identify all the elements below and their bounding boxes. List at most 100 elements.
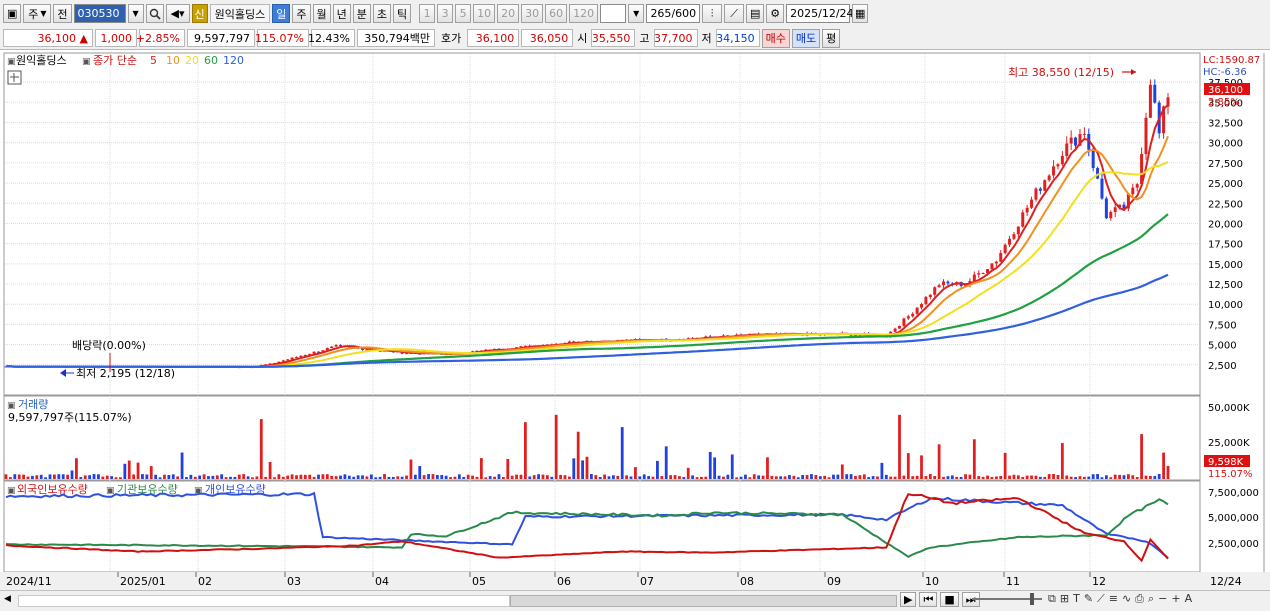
period-tab-3[interactable]: 년 [332,4,351,23]
interval-input[interactable] [600,4,627,23]
grid-view-icon[interactable]: ⊞ [1060,592,1069,606]
minute-tab-10[interactable]: 10 [473,4,496,23]
volume-bar [550,476,554,479]
sell-button[interactable]: 매도 [791,28,821,48]
market-select[interactable]: 주 ▼ [23,4,52,23]
period-tab-1[interactable]: 주 [292,4,311,23]
line-type-icon[interactable]: ⟋ [724,4,745,23]
interval-dropdown-icon[interactable]: ▼ [628,4,645,23]
search-icon[interactable] [145,4,164,23]
volume-bar [999,476,1003,479]
candle-body [1047,175,1051,181]
font-size-icon[interactable]: A [1185,592,1193,606]
volume-bar [779,476,783,479]
volume-bar [158,477,162,479]
minute-tab-5[interactable]: 5 [455,4,472,23]
eval-button[interactable]: 평 [822,28,841,48]
line-tool-icon[interactable]: ⟋ [1097,592,1105,606]
volume-bar [471,475,474,479]
price-tick-6: 22,500 [1208,199,1243,210]
price-change: 1,000 [95,29,137,47]
magnify-icon[interactable]: ⌕ [1148,592,1154,606]
volume-bar [700,476,703,479]
volume-bar [53,474,56,479]
minute-tab-3[interactable]: 3 [437,4,454,23]
draw-tool-icon[interactable]: ✎ [1084,592,1093,606]
save-icon[interactable]: ▤ [746,4,765,23]
stock-name[interactable]: 원익홀딩스 [209,4,271,23]
volume-bar [466,474,470,479]
minute-tab-120[interactable]: 120 [569,4,599,23]
horizontal-scrollbar[interactable] [18,595,510,607]
candle-type-icon[interactable]: ⫶ [702,4,723,23]
minute-tab-1[interactable]: 1 [419,4,436,23]
volume-bar [770,475,774,479]
volume-bar [594,475,598,479]
wave-tool-icon[interactable]: ∿ [1122,592,1131,606]
x-label-4: 04 [375,575,389,588]
print-icon[interactable]: ⎙ [1135,592,1144,606]
candle-body [946,281,950,284]
volume-bar [13,474,17,479]
volume-bar [682,477,686,479]
speed-slider-handle[interactable] [1030,593,1034,605]
zoom-out-icon[interactable]: − [1158,592,1167,606]
date-input[interactable]: 2025/12/24 [786,4,854,23]
prev-button[interactable]: 전 [53,4,72,23]
text-tool-icon[interactable]: T [1073,592,1080,606]
scroll-thumb[interactable] [510,595,897,607]
period-tab-4[interactable]: 분 [352,4,371,23]
volume-bar [365,476,369,479]
sound-icon[interactable]: ◀︎▾ [165,4,190,23]
volume-bar [748,477,752,479]
ask-label: 호가 [441,32,462,45]
stop-icon[interactable]: ■ [940,592,959,607]
volume-bar [259,419,263,479]
fib-tool-icon[interactable]: ≡ [1109,592,1118,606]
candle-body [893,328,897,332]
minute-tab-30[interactable]: 30 [521,4,544,23]
volume-bar [968,474,972,479]
volume-bar [651,476,655,479]
candle-body [1091,149,1095,169]
settings-gear-icon[interactable]: ⚙ [766,4,785,23]
minute-tab-20[interactable]: 20 [497,4,520,23]
volume-bar [977,476,981,479]
price-tick-10: 12,500 [1208,280,1243,291]
stock-code-input[interactable]: 030530 [73,4,126,23]
period-tab-2[interactable]: 월 [312,4,331,23]
volume-bar [537,474,540,479]
zoom-box-icon[interactable]: ⧉ [1048,592,1056,606]
x-label-12: 12 [1092,575,1106,588]
volume-bar [396,476,400,479]
volume-bar [132,474,136,479]
rewind-icon[interactable]: ⏮ [919,592,938,607]
window-menu-icon[interactable]: ▣ [3,4,22,23]
code-dropdown-icon[interactable]: ▼ [127,4,144,23]
minute-tab-60[interactable]: 60 [545,4,568,23]
volume-bar [827,477,831,479]
volume-bar [515,474,518,479]
candle-body [1148,84,1152,118]
volume-bar [946,476,950,479]
volume-bar [1047,474,1051,479]
volume-bar [374,477,378,479]
volume-bar [986,475,989,479]
period-tab-0[interactable]: 일 [272,4,291,23]
play-next-icon[interactable]: ▶ [900,592,917,607]
candle-body [898,325,902,329]
volume-bar [237,474,241,479]
period-tab-6[interactable]: 틱 [393,4,412,23]
period-tab-5[interactable]: 초 [372,4,392,23]
dividend-annotation: 배당락(0.00%) [72,339,146,352]
volume-bar [114,477,118,479]
volume-bar [805,475,809,479]
volume-bar [378,476,382,479]
volume-bar [286,475,290,479]
calendar-icon[interactable]: ▦ [852,4,869,23]
zoom-in-icon[interactable]: + [1171,592,1180,606]
buy-button[interactable]: 매수 [761,28,790,48]
count-input[interactable]: 265/600 [646,4,701,23]
scroll-left-icon[interactable]: ◀ [4,594,16,606]
chart-area[interactable]: ▣ 원익홀딩스 ▣ 종가 단순 5 10 20 60 120 LC:1590.8… [0,50,1270,590]
